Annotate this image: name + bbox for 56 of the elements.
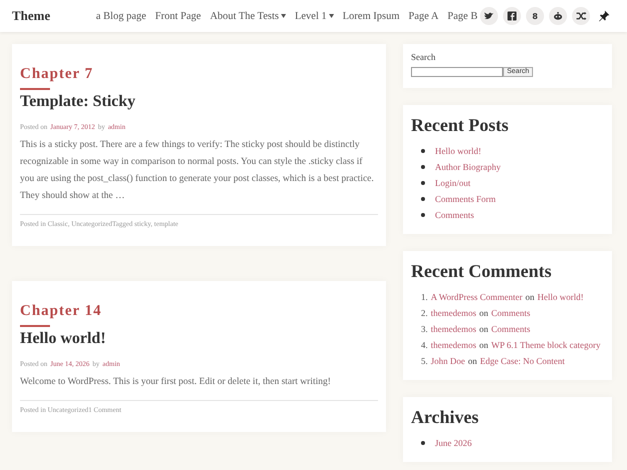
social-link[interactable]: 8 bbox=[526, 7, 544, 25]
archive-link[interactable]: June 2026 bbox=[435, 438, 472, 448]
comment-author-link[interactable]: John Doe bbox=[430, 356, 465, 366]
menu-item[interactable]: a Blog page bbox=[96, 10, 146, 22]
bullet-icon bbox=[421, 197, 425, 201]
bullet-icon bbox=[421, 181, 425, 185]
on-label: on bbox=[468, 356, 477, 366]
recent-post-link[interactable]: Comments Form bbox=[435, 194, 496, 204]
recent-post-link[interactable]: Login/out bbox=[435, 178, 470, 188]
bullet-icon bbox=[421, 149, 425, 153]
recent-post-link[interactable]: Comments bbox=[435, 210, 474, 220]
menu-item[interactable]: About The Tests bbox=[210, 10, 286, 22]
site-title[interactable]: Theme bbox=[12, 8, 96, 24]
search-label: Search bbox=[411, 52, 436, 62]
menu-item[interactable]: Page B bbox=[448, 10, 478, 22]
post-excerpt: This is a sticky post. There are a few things to verify: The sticky post should be distinctly recognizable in some way in comparison to normal posts. You can style the .sticky class if you are using the post_class() function to generate your post classes, which is a best practice. They should show at the … bbox=[20, 137, 378, 215]
menu-item[interactable]: Front Page bbox=[155, 10, 201, 22]
comment-author-link[interactable]: themedemos bbox=[430, 340, 476, 350]
recent-post-link[interactable]: Author Biography bbox=[435, 162, 501, 172]
facebook-icon[interactable] bbox=[503, 7, 521, 25]
comment-author-link[interactable]: A WordPress Commenter bbox=[430, 292, 522, 302]
comment-post-link[interactable]: Edge Case: No Content bbox=[480, 356, 565, 366]
comment-author-link[interactable]: themedemos bbox=[430, 308, 476, 318]
list-number: 1. bbox=[421, 292, 428, 302]
chapter-label: Chapter 14 bbox=[20, 302, 103, 320]
bullet-icon bbox=[421, 441, 425, 445]
bullet-icon bbox=[421, 213, 425, 217]
bullet-icon bbox=[421, 165, 425, 169]
post-title[interactable]: Hello world! bbox=[20, 330, 378, 348]
list-number: 4. bbox=[421, 340, 428, 350]
menu-item[interactable]: Page A bbox=[408, 10, 439, 22]
list-number: 5. bbox=[421, 356, 428, 366]
bird-icon[interactable] bbox=[480, 7, 498, 25]
comment-author-link[interactable]: themedemos bbox=[430, 324, 476, 334]
robot-icon[interactable] bbox=[549, 7, 567, 25]
post-excerpt: Welcome to WordPress. This is your first post. Edit or delete it, then start writing! bbox=[20, 374, 378, 401]
comment-post-link[interactable]: Comments bbox=[491, 308, 530, 318]
list-number: 2. bbox=[421, 308, 428, 318]
widget-title: Recent Posts bbox=[411, 115, 510, 136]
shuffle-icon[interactable] bbox=[572, 7, 590, 25]
comment-post-link[interactable]: Hello world! bbox=[537, 292, 584, 302]
widget-title: Recent Comments bbox=[411, 261, 552, 282]
chapter-label: Chapter 7 bbox=[20, 65, 94, 83]
search-field[interactable] bbox=[411, 67, 503, 77]
on-label: on bbox=[479, 340, 488, 350]
on-label: on bbox=[525, 292, 534, 302]
on-label: on bbox=[479, 324, 488, 334]
recent-post-link[interactable]: Hello world! bbox=[435, 146, 482, 156]
comment-post-link[interactable]: WP 6.1 Theme block category bbox=[491, 340, 600, 350]
widget-title: Archives bbox=[411, 407, 480, 428]
comment-post-link[interactable]: Comments bbox=[491, 324, 530, 334]
menu-item[interactable]: Level 1 bbox=[294, 10, 334, 22]
menu-item[interactable]: Lorem Ipsum bbox=[342, 10, 400, 22]
on-label: on bbox=[479, 308, 488, 318]
list-number: 3. bbox=[421, 324, 428, 334]
post-title[interactable]: Template: Sticky bbox=[20, 93, 378, 111]
